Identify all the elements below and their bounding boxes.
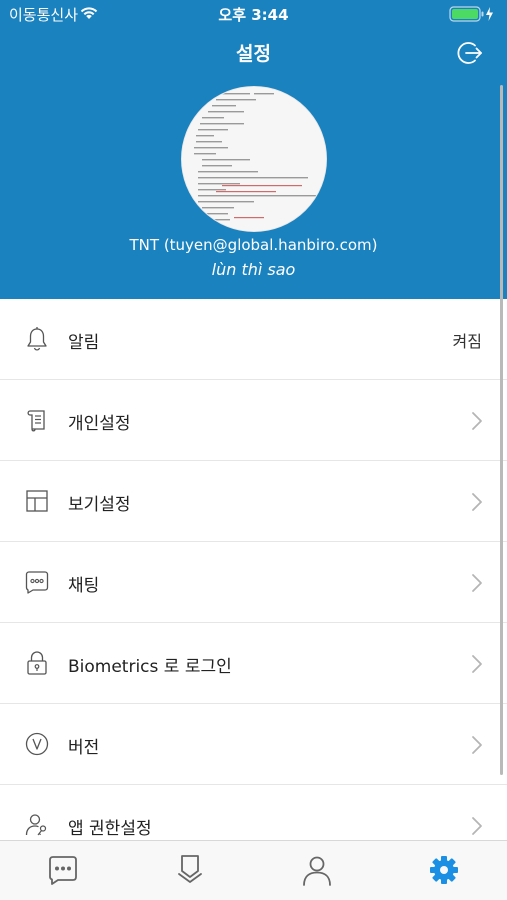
- menu-item-version[interactable]: 버전: [0, 704, 507, 785]
- profile-status-message: lùn thì sao: [211, 260, 296, 279]
- chevron-right-icon: [472, 736, 482, 754]
- avatar[interactable]: [181, 86, 327, 232]
- menu-item-label: Biometrics 로 로그인: [68, 657, 232, 677]
- menu-item-view-settings[interactable]: 보기설정: [0, 461, 507, 542]
- chevron-right-icon: [472, 412, 482, 430]
- chat-bubble-icon: [25, 571, 49, 594]
- tab-bar: [0, 840, 507, 900]
- contacts-tab-icon[interactable]: [300, 853, 334, 887]
- chevron-right-icon: [472, 574, 482, 592]
- scrollbar[interactable]: [500, 85, 503, 775]
- notification-status-value: 켜짐: [452, 332, 482, 351]
- bookmark-tab-icon[interactable]: [173, 853, 207, 887]
- menu-item-notifications[interactable]: 알림 켜짐: [0, 299, 507, 380]
- scroll-document-icon: [27, 410, 45, 432]
- chevron-right-icon: [472, 655, 482, 673]
- profile-account: TNT (tuyen@global.hanbiro.com): [129, 236, 378, 254]
- logout-icon[interactable]: [455, 38, 485, 68]
- menu-item-personal-settings[interactable]: 개인설정: [0, 380, 507, 461]
- chevron-right-icon: [472, 493, 482, 511]
- user-key-icon: [25, 814, 47, 836]
- chevron-right-icon: [472, 817, 482, 835]
- menu-item-label: 보기설정: [68, 495, 131, 515]
- chat-tab-icon[interactable]: [46, 853, 80, 887]
- profile-header: 이동통신사 오후 3:44 설정 TNT (tuyen@global.hanbi…: [0, 0, 507, 299]
- menu-item-label: 버전: [68, 738, 100, 758]
- settings-menu: 알림 켜짐 개인설정 보기설정 채팅 Biometrics 로 로그인 버전 앱…: [0, 299, 507, 866]
- layout-grid-icon: [26, 490, 48, 512]
- status-time: 오후 3:44: [218, 6, 289, 24]
- menu-item-label: 개인설정: [68, 414, 131, 434]
- status-bar: 이동통신사 오후 3:44: [0, 0, 507, 28]
- menu-item-label: 채팅: [68, 576, 100, 596]
- bell-icon: [27, 327, 47, 351]
- version-v-icon: [25, 732, 49, 756]
- menu-item-label: 앱 권한설정: [68, 819, 152, 839]
- menu-item-label: 알림: [68, 333, 100, 353]
- avatar-image: [182, 87, 326, 231]
- menu-item-chat[interactable]: 채팅: [0, 542, 507, 623]
- menu-item-biometrics-login[interactable]: Biometrics 로 로그인: [0, 623, 507, 704]
- settings-tab-icon[interactable]: [427, 853, 461, 887]
- page-title: 설정: [236, 43, 271, 65]
- battery-charging-icon: [449, 6, 493, 22]
- lock-icon: [27, 651, 47, 675]
